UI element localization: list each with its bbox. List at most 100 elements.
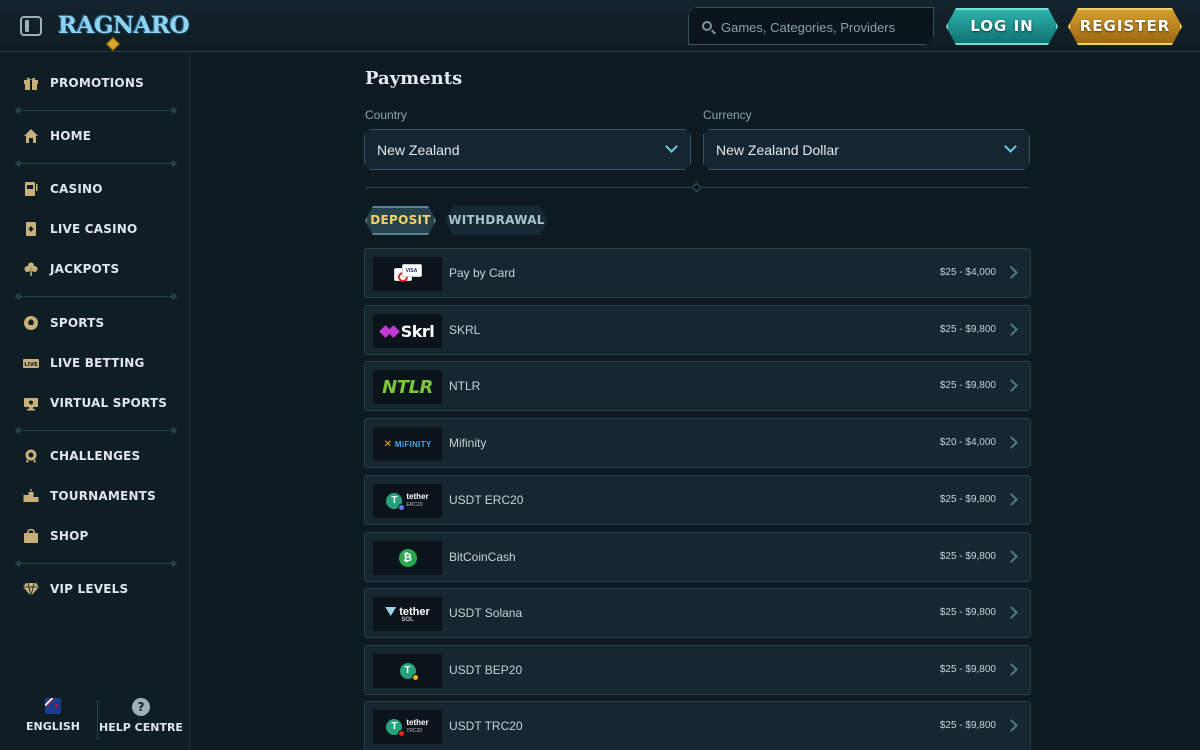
svg-text:LIVE: LIVE: [24, 362, 38, 368]
trophy-icon: [22, 394, 40, 412]
tab-deposit[interactable]: DEPOSIT: [365, 206, 436, 235]
skrl-logo: Skrl: [373, 314, 442, 348]
currency-select[interactable]: New Zealand Dollar: [703, 129, 1030, 170]
page-title: Payments: [365, 68, 463, 89]
payment-method-row[interactable]: tether SOL USDT Solana $25 - $9,800: [364, 588, 1031, 638]
search-icon: [702, 21, 712, 31]
gift-icon: [22, 74, 40, 92]
tether-bep20-logo: T: [373, 654, 442, 688]
help-centre-link[interactable]: ? HELP CENTRE: [96, 698, 186, 734]
sidebar: PROMOTIONS HOME CASINO LIVE CASINO JACKP…: [0, 52, 190, 750]
mifinity-logo: ✕ MiFINITY: [373, 427, 442, 461]
chevron-right-icon: [1005, 663, 1018, 676]
sidebar-item-label: CASINO: [50, 182, 103, 196]
chevron-down-icon: [665, 140, 678, 153]
method-limits: $25 - $9,800: [939, 720, 996, 731]
playing-card-icon: [22, 220, 40, 238]
ntlr-logo-text: NTLR: [382, 376, 433, 398]
chevron-right-icon: [1005, 323, 1018, 336]
method-limits: $25 - $9,800: [939, 607, 996, 618]
visa-text: VISA: [401, 264, 422, 277]
sidebar-item-live-casino[interactable]: LIVE CASINO: [22, 217, 172, 241]
chevron-down-icon: [1004, 140, 1017, 153]
sidebar-item-label: SPORTS: [50, 316, 105, 330]
tether-sol-logo: tether SOL: [373, 597, 442, 631]
slot-machine-icon: [22, 180, 40, 198]
chevron-right-icon: [1005, 379, 1018, 392]
sidebar-item-home[interactable]: HOME: [22, 124, 172, 148]
method-name: BitCoinCash: [449, 550, 516, 564]
country-label: Country: [365, 108, 408, 122]
clover-icon: [22, 260, 40, 278]
sidebar-item-casino[interactable]: CASINO: [22, 177, 172, 201]
sidebar-divider: [18, 296, 174, 297]
card-logo: VISA: [373, 257, 442, 291]
sidebar-divider: [18, 430, 174, 431]
method-name: Pay by Card: [449, 266, 516, 280]
sidebar-item-sports[interactable]: SPORTS: [22, 311, 172, 335]
sidebar-item-virtual-sports[interactable]: VIRTUAL SPORTS: [22, 391, 172, 415]
sidebar-item-label: CHALLENGES: [50, 449, 141, 463]
payment-method-row[interactable]: ✕ MiFINITY Mifinity $20 - $4,000: [364, 418, 1031, 468]
sidebar-item-label: TOURNAMENTS: [50, 489, 156, 503]
top-header: RAGNARO LOG IN REGISTER: [0, 0, 1200, 52]
podium-icon: [22, 487, 40, 505]
ntlr-logo: NTLR: [373, 370, 442, 404]
sidebar-item-promotions[interactable]: PROMOTIONS: [22, 71, 172, 95]
sidebar-divider: [18, 563, 174, 564]
register-button[interactable]: REGISTER: [1068, 8, 1182, 45]
chevron-right-icon: [1005, 719, 1018, 732]
currency-value: New Zealand Dollar: [716, 142, 839, 158]
language-label: ENGLISH: [26, 720, 80, 733]
divider-gem-icon: [691, 182, 702, 193]
sidebar-item-vip-levels[interactable]: VIP LEVELS: [22, 577, 172, 601]
method-name: USDT TRC20: [449, 719, 523, 733]
bitcoincash-coin-icon: ₿: [398, 549, 417, 567]
method-name: USDT BEP20: [449, 663, 523, 677]
language-selector[interactable]: ENGLISH: [8, 698, 98, 733]
bitcoincash-logo: ₿: [373, 541, 442, 575]
method-name: USDT ERC20: [449, 493, 524, 507]
sidebar-divider: [18, 163, 174, 164]
country-select[interactable]: New Zealand: [364, 129, 691, 170]
method-limits: $25 - $9,800: [939, 380, 996, 391]
search-box[interactable]: [688, 7, 934, 45]
sidebar-item-shop[interactable]: SHOP: [22, 524, 172, 548]
sidebar-item-live-betting[interactable]: LIVE LIVE BETTING: [22, 351, 172, 375]
payment-method-row[interactable]: ₿ BitCoinCash $25 - $9,800: [364, 532, 1031, 582]
method-limits: $25 - $9,800: [939, 664, 996, 675]
method-limits: $25 - $9,800: [939, 324, 996, 335]
payment-method-row[interactable]: Skrl SKRL $25 - $9,800: [364, 305, 1031, 355]
sidebar-item-label: LIVE CASINO: [50, 222, 138, 236]
method-name: NTLR: [449, 379, 481, 393]
sidebar-item-label: PROMOTIONS: [50, 76, 144, 90]
payment-method-row[interactable]: T tether TRC20 USDT TRC20 $25 - $9,800: [364, 701, 1031, 750]
payment-method-row[interactable]: NTLR NTLR $25 - $9,800: [364, 361, 1031, 411]
logo-gem-icon: [105, 36, 121, 52]
sidebar-item-label: VIP LEVELS: [50, 582, 129, 596]
sidebar-item-challenges[interactable]: CHALLENGES: [22, 444, 172, 468]
payment-method-row[interactable]: T USDT BEP20 $25 - $9,800: [364, 645, 1031, 695]
search-input[interactable]: [721, 17, 921, 37]
sidebar-item-label: LIVE BETTING: [50, 356, 145, 370]
sidebar-item-label: HOME: [50, 129, 92, 143]
tether-trc20-logo: T tether TRC20: [373, 710, 442, 744]
tether-coin-icon: T: [386, 493, 406, 511]
method-limits: $25 - $4,000: [939, 267, 996, 278]
chevron-right-icon: [1005, 606, 1018, 619]
payment-method-row[interactable]: VISA Pay by Card $25 - $4,000: [364, 248, 1031, 298]
sidebar-item-tournaments[interactable]: TOURNAMENTS: [22, 484, 172, 508]
help-label: HELP CENTRE: [99, 721, 183, 734]
tether-coin-icon: T: [399, 663, 419, 681]
chevron-right-icon: [1005, 436, 1018, 449]
tether-coin-icon: T: [386, 719, 406, 737]
skrl-logo-text: Skrl: [400, 321, 435, 341]
tether-erc20-logo: T tether ERC20: [373, 484, 442, 518]
sidebar-toggle-icon[interactable]: [20, 16, 42, 36]
payment-method-row[interactable]: T tether ERC20 USDT ERC20 $25 - $9,800: [364, 475, 1031, 525]
site-logo[interactable]: RAGNARO: [58, 6, 190, 52]
sidebar-item-jackpots[interactable]: JACKPOTS: [22, 257, 172, 281]
login-button[interactable]: LOG IN: [946, 8, 1058, 45]
live-icon: LIVE: [22, 354, 40, 372]
tab-withdrawal[interactable]: WITHDRAWAL: [445, 206, 548, 235]
